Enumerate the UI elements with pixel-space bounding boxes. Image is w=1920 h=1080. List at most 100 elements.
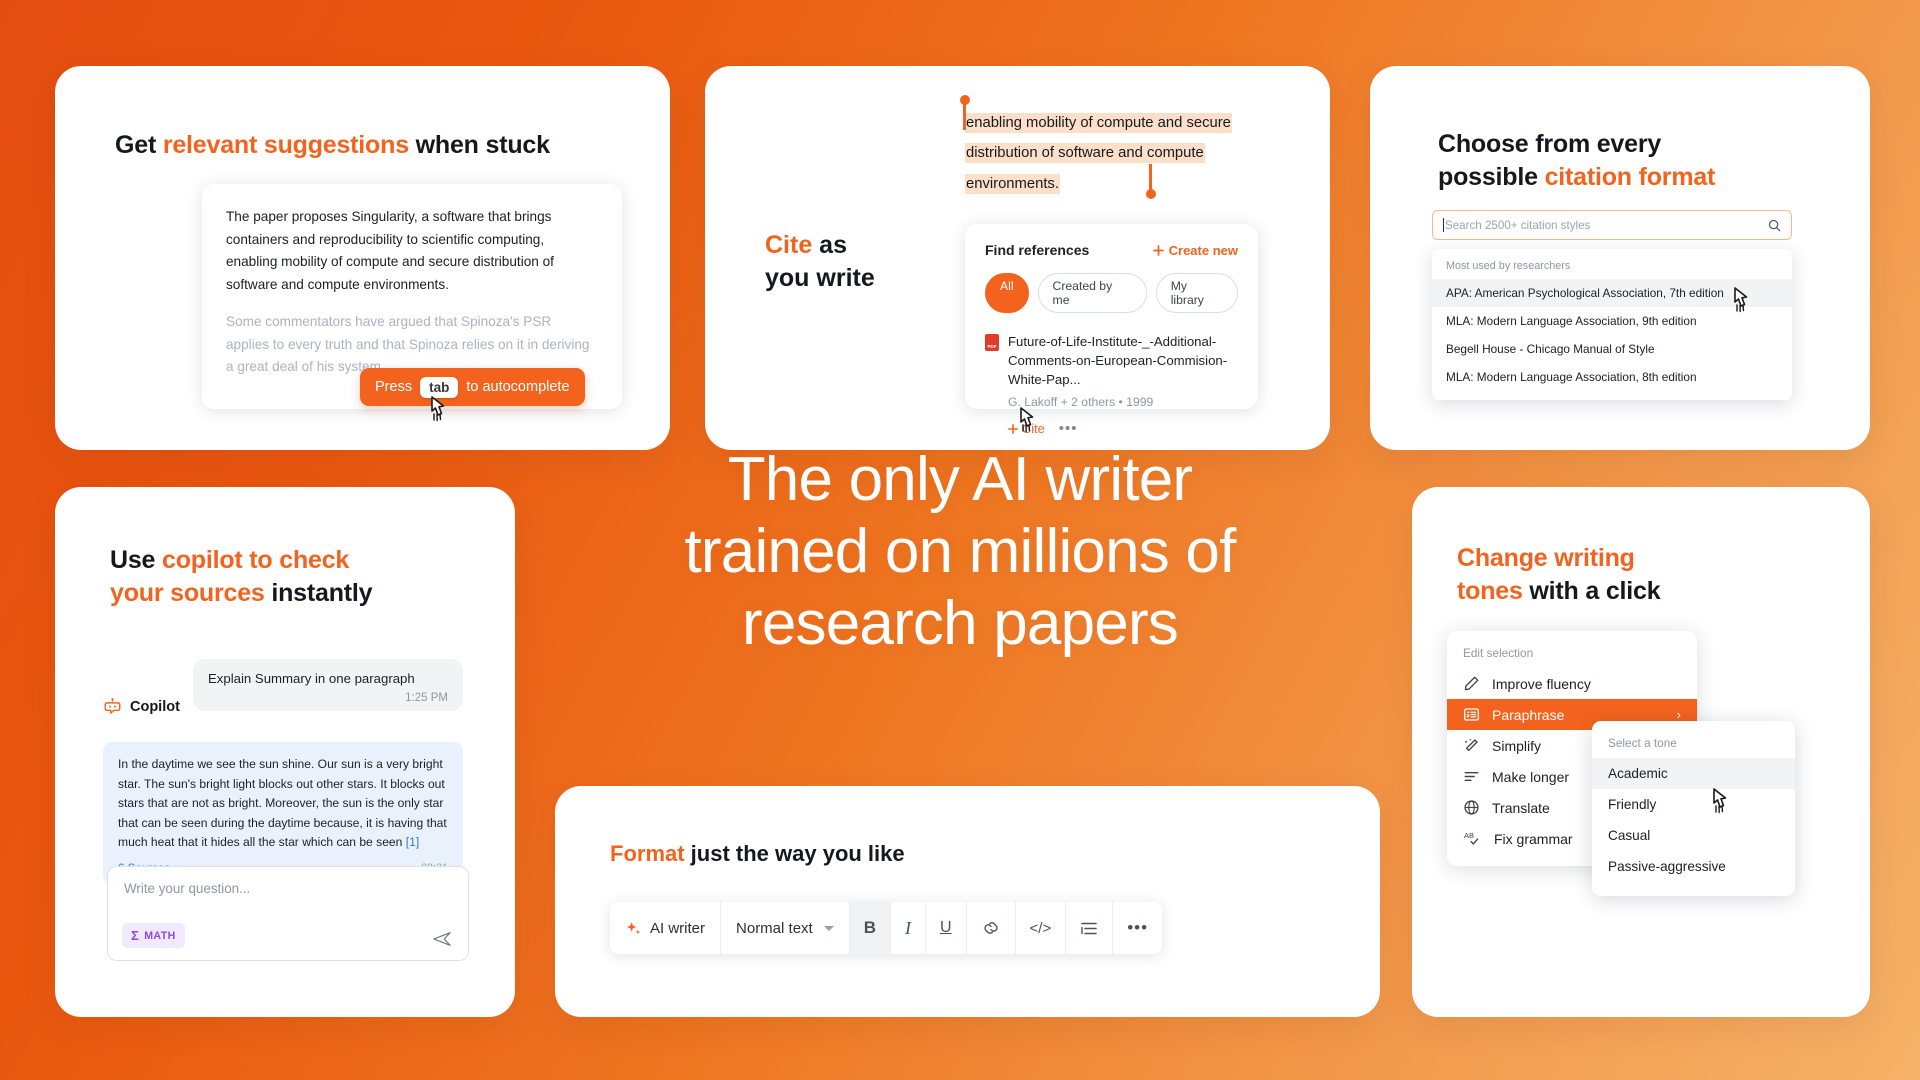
math-mode-button[interactable]: Σ MATH (122, 923, 185, 948)
hero-line-1: The only AI writer (727, 445, 1193, 515)
lines-icon (1463, 768, 1480, 785)
underline-button[interactable]: U (926, 902, 967, 954)
user-message-bubble: Explain Summary in one paragraph 1:25 PM (193, 659, 463, 711)
plus-icon (1152, 244, 1164, 256)
ai-writer-label: AI writer (650, 919, 706, 937)
dropdown-item-begell-chicago[interactable]: Begell House - Chicago Manual of Style (1432, 335, 1792, 363)
tones-headline: Change writing tones with a click (1457, 542, 1661, 608)
link-icon (981, 920, 1001, 936)
list-icon (1080, 921, 1098, 936)
edit-selection-label: Edit selection (1463, 646, 1534, 660)
pencil-icon (1463, 675, 1480, 692)
copilot-headline-pre: Use (110, 546, 163, 574)
dropdown-item-apa-7[interactable]: APA: American Psychological Association,… (1432, 279, 1792, 307)
citation-headline-line1: Choose from every (1438, 130, 1662, 158)
chip-my-library[interactable]: My library (1155, 273, 1238, 313)
tone-item-friendly[interactable]: Friendly (1592, 789, 1795, 820)
assistant-message-body: In the daytime we see the sun shine. Our… (118, 757, 447, 850)
tones-headline-accent1: Change writing (1457, 544, 1635, 572)
question-input-placeholder: Write your question... (124, 881, 251, 896)
menu-item-label: Paraphrase (1492, 706, 1565, 723)
copilot-headline-accent1: copilot to check (162, 546, 350, 574)
hero-line-2: trained on millions of (684, 517, 1236, 587)
bold-button[interactable]: B (849, 902, 891, 954)
cite-card: Cite as you write enabling mobility of c… (705, 66, 1330, 450)
user-message-text: Explain Summary in one paragraph (208, 671, 415, 686)
tone-item-academic[interactable]: Academic (1592, 758, 1795, 789)
assistant-message-bubble: In the daytime we see the sun shine. Our… (103, 742, 463, 884)
tab-pill-suffix: to autocomplete (466, 379, 570, 395)
citation-headline-line2-pre: possible (1438, 163, 1545, 191)
highlighted-text-content: enabling mobility of compute and secure … (965, 113, 1232, 194)
press-tab-autocomplete-button[interactable]: Press tab to autocomplete (360, 368, 585, 406)
inline-citation-link[interactable]: [1] (406, 835, 419, 849)
italic-icon: I (904, 917, 911, 938)
hero-line-3: research papers (741, 588, 1179, 658)
ab-check-icon: AB (1463, 830, 1482, 847)
tab-key-badge: tab (420, 376, 459, 398)
list-button[interactable] (1066, 902, 1114, 954)
link-button[interactable] (967, 902, 1016, 954)
cite-headline: Cite as you write (765, 229, 875, 294)
create-new-label: Create new (1168, 242, 1238, 258)
question-input-box[interactable]: Write your question... Σ MATH (107, 866, 469, 961)
code-button[interactable]: </> (1016, 902, 1067, 954)
dropdown-item-mla-9[interactable]: MLA: Modern Language Association, 9th ed… (1432, 307, 1792, 335)
tone-item-casual[interactable]: Casual (1592, 820, 1795, 851)
ellipsis-icon: ••• (1127, 918, 1149, 937)
format-card: Format just the way you like AI writer N… (555, 786, 1380, 1017)
reference-meta: G. Lakoff + 2 others • 1999 (1008, 395, 1154, 410)
headline-part-pre: Get (115, 131, 163, 159)
bold-icon: B (863, 918, 876, 937)
tone-item-passive-aggressive[interactable]: Passive-aggressive (1592, 851, 1795, 882)
menu-item-label: Make longer (1492, 768, 1570, 785)
citation-format-card: Choose from every possible citation form… (1370, 66, 1870, 450)
paraphrase-icon (1463, 706, 1480, 723)
menu-item-label: Translate (1492, 799, 1550, 816)
dropdown-item-mla-8[interactable]: MLA: Modern Language Association, 8th ed… (1432, 363, 1792, 391)
cite-button-label: Cite (1022, 421, 1045, 437)
citation-headline: Choose from every possible citation form… (1438, 128, 1715, 194)
search-icon (1768, 219, 1781, 232)
tones-headline-post: with a click (1522, 577, 1661, 605)
cite-headline-rest: as (812, 231, 847, 259)
chevron-right-icon: › (1676, 707, 1681, 722)
reference-more-button[interactable]: ••• (1059, 420, 1078, 437)
menu-item-label: Improve fluency (1492, 675, 1591, 692)
italic-button[interactable]: I (891, 902, 926, 954)
more-options-button[interactable]: ••• (1113, 902, 1162, 954)
menu-item-improve-fluency[interactable]: Improve fluency (1447, 668, 1697, 699)
underline-icon: U (939, 919, 952, 936)
svg-text:AB: AB (1464, 831, 1474, 840)
citation-search-input[interactable]: Search 2500+ citation styles (1432, 210, 1792, 240)
send-icon[interactable] (432, 930, 452, 948)
find-references-title: Find references (985, 242, 1090, 258)
reference-actions: Cite ••• (1008, 420, 1238, 437)
cite-button[interactable]: Cite (1008, 421, 1045, 436)
headline-part-accent: relevant suggestions (162, 131, 409, 159)
selection-handle-end[interactable] (1145, 164, 1156, 199)
reference-list-item[interactable]: Future-of-Life-Institute-_-Additional-Co… (985, 332, 1238, 389)
citation-style-dropdown: Most used by researchers APA: American P… (1432, 249, 1792, 400)
written-paragraph: The paper proposes Singularity, a softwa… (226, 209, 554, 292)
reference-filter-chips: All Created by me My library (985, 273, 1238, 313)
chip-created-by-me[interactable]: Created by me (1037, 273, 1147, 313)
chip-all[interactable]: All (985, 273, 1029, 313)
format-headline-rest: just the way you like (684, 841, 905, 866)
tab-pill-prefix: Press (375, 379, 413, 395)
copilot-name: Copilot (130, 698, 180, 715)
sigma-icon: Σ (131, 928, 140, 943)
create-new-button[interactable]: Create new (1152, 242, 1238, 258)
dropdown-group-label: Most used by researchers (1446, 260, 1571, 272)
ai-writer-button[interactable]: AI writer (610, 902, 722, 954)
copilot-headline-accent2: your sources (110, 579, 265, 607)
selection-handle-start[interactable] (959, 95, 970, 130)
copilot-robot-icon (103, 697, 122, 716)
tones-card: Change writing tones with a click Edit s… (1412, 487, 1870, 1017)
menu-item-label: Simplify (1492, 737, 1542, 754)
cite-headline-line2: you write (765, 263, 875, 292)
search-placeholder: Search 2500+ citation styles (1445, 218, 1591, 232)
text-style-select[interactable]: Normal text (721, 902, 850, 954)
text-style-value: Normal text (736, 919, 813, 937)
magic-wand-icon (1463, 737, 1480, 754)
